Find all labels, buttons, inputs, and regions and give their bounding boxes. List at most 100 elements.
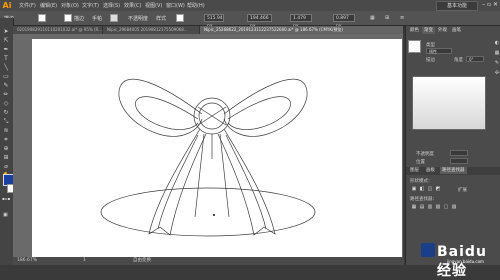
rotate-tool-icon[interactable]: ↻ bbox=[2, 109, 10, 116]
tab-layers[interactable]: 图层 bbox=[408, 167, 421, 174]
free-transform-tool-icon[interactable]: ⌗ bbox=[2, 136, 10, 143]
width-tool-icon[interactable]: ≋ bbox=[2, 127, 10, 134]
gradient-stroke-label: 描边 bbox=[426, 58, 435, 63]
tab-gradient[interactable]: 渐变 bbox=[422, 27, 435, 34]
panel-brushes-icon[interactable]: ✎ bbox=[494, 60, 500, 66]
center-right-strand bbox=[219, 133, 230, 218]
menu-effect[interactable]: 效果(C) bbox=[124, 2, 141, 9]
right-tail-fold bbox=[225, 134, 267, 230]
panel-swatches-icon[interactable]: ▦ bbox=[494, 50, 500, 56]
menu-bar: Ai 文件(F) 编辑(E) 对象(O) 文字(T) 选择(S) 效果(C) 视… bbox=[0, 0, 500, 11]
document-tabs: 020190829110110201032.ai* @ 95% (R... Ni… bbox=[13, 26, 404, 34]
rectangle-tool-icon[interactable]: ▭ bbox=[2, 73, 10, 80]
menu-type[interactable]: 文字(T) bbox=[82, 2, 99, 9]
direct-selection-tool-icon[interactable]: ⇱ bbox=[2, 37, 10, 44]
arrange-icon[interactable]: ≡ bbox=[400, 15, 404, 21]
current-tool-status: 自由变换 bbox=[133, 258, 151, 263]
trim-icon[interactable]: ▤ bbox=[419, 204, 425, 210]
x-field[interactable]: 515.94 px bbox=[204, 14, 224, 29]
brush-label: 手帕 bbox=[92, 16, 103, 22]
tab-artboards[interactable]: 画板 bbox=[424, 167, 437, 174]
workspace-switcher[interactable]: 基本功能 bbox=[436, 1, 478, 11]
center-left-strand bbox=[194, 133, 205, 218]
shape-builder-tool-icon[interactable]: ⊕ bbox=[2, 145, 10, 152]
color-mode-icons[interactable]: ▪▫▪ bbox=[2, 196, 12, 201]
left-loop-outer bbox=[118, 78, 203, 137]
unite-icon[interactable]: ▣ bbox=[411, 186, 417, 192]
tab-appearance[interactable]: 外观 bbox=[436, 27, 449, 34]
right-loop-inner bbox=[227, 96, 291, 130]
gradient-location-label: 位置 bbox=[416, 160, 425, 165]
tab-document-1[interactable]: 020190829110110201032.ai* @ 95% (R... bbox=[13, 26, 103, 34]
eyedropper-tool-icon[interactable]: ⌀ bbox=[2, 163, 10, 170]
merge-icon[interactable]: ▥ bbox=[427, 204, 433, 210]
type-tool-icon[interactable]: T bbox=[2, 55, 10, 62]
control-bar: 描边 描边 手帕 不透明度 样式 515.94 px 194.466 px 1.… bbox=[0, 11, 500, 29]
transform-icon[interactable]: ▦ bbox=[370, 15, 375, 21]
zoom-level[interactable]: 186.67% bbox=[17, 257, 37, 265]
base-ellipse bbox=[100, 187, 316, 237]
y-field[interactable]: 194.466 px bbox=[247, 14, 272, 29]
align-icon[interactable]: ⊞ bbox=[385, 15, 389, 21]
gradient-location-field[interactable] bbox=[450, 158, 468, 164]
tab-document-2[interactable]: Nipic_29684005 20190812175509068... bbox=[103, 26, 200, 34]
fill-color-swatch[interactable] bbox=[38, 14, 46, 22]
window-controls[interactable]: – ▫ ✕ bbox=[482, 1, 498, 8]
right-tail-outer bbox=[217, 128, 276, 236]
expand-button[interactable]: 扩展 bbox=[458, 187, 467, 193]
opacity-label: 不透明度 bbox=[128, 16, 149, 22]
gradient-thumbnail[interactable] bbox=[408, 40, 421, 53]
intersect-icon[interactable]: ◫ bbox=[427, 186, 433, 192]
app-logo: Ai bbox=[2, 1, 12, 10]
stroke-color-swatch[interactable] bbox=[64, 14, 72, 22]
gradient-opacity-label: 不透明度 bbox=[416, 152, 434, 157]
mesh-tool-icon[interactable]: ⊞ bbox=[2, 154, 10, 161]
panel-symbols-icon[interactable]: ✣ bbox=[494, 70, 500, 76]
screen-mode-icon[interactable]: ▣ bbox=[3, 212, 11, 218]
brush-tool-icon[interactable]: ✎ bbox=[2, 82, 10, 89]
exclude-icon[interactable]: ◩ bbox=[435, 186, 441, 192]
eraser-tool-icon[interactable]: ◇ bbox=[2, 100, 10, 107]
artboard-number[interactable]: 1 bbox=[83, 257, 86, 265]
tab-pathfinder[interactable]: 路径查找器 bbox=[440, 167, 467, 174]
brush-swatch[interactable] bbox=[110, 14, 118, 22]
panel-color-icon[interactable]: ◐ bbox=[494, 40, 500, 46]
left-tail-outer bbox=[148, 128, 207, 236]
pencil-tool-icon[interactable]: ✏ bbox=[2, 91, 10, 98]
pen-tool-icon[interactable]: ✒ bbox=[2, 46, 10, 53]
scale-tool-icon[interactable]: ⤡ bbox=[2, 118, 10, 125]
style-swatch[interactable] bbox=[176, 14, 184, 22]
menu-file[interactable]: 文件(F) bbox=[19, 2, 36, 9]
status-bar: 186.67% 1 自由变换 bbox=[13, 257, 404, 265]
gradient-type-select[interactable]: 线性 bbox=[426, 48, 452, 54]
tools-panel: ➤ ⇱ ✒ T ╲ ▭ ✎ ✏ ◇ ↻ ⤡ ≋ ⌗ ⊕ ⊞ ⌀ ✋ ⌕ bbox=[0, 18, 14, 265]
minus-front-icon[interactable]: ◧ bbox=[419, 186, 425, 192]
divide-icon[interactable]: ▦ bbox=[411, 204, 417, 210]
crop-icon[interactable]: ▧ bbox=[435, 204, 441, 210]
artboard[interactable] bbox=[32, 39, 402, 259]
menu-edit[interactable]: 编辑(E) bbox=[40, 2, 57, 9]
menu-object[interactable]: 对象(O) bbox=[61, 2, 79, 9]
line-tool-icon[interactable]: ╲ bbox=[2, 64, 10, 71]
gradient-opacity-field[interactable] bbox=[450, 150, 468, 156]
menu-help[interactable]: 帮助(H) bbox=[187, 2, 205, 9]
minus-back-icon[interactable]: ▨ bbox=[451, 204, 457, 210]
stroke-label: 描边 bbox=[74, 16, 85, 22]
menu-view[interactable]: 视图(V) bbox=[145, 2, 162, 9]
tab-document-active[interactable]: Nipic_25268622_2019123112237522000.ai* @… bbox=[200, 26, 404, 34]
right-panels: 颜色 渐变 外观 画笔 类型 线性 描边 角度 0° 不透明度 位置 图层 画板… bbox=[405, 26, 500, 265]
selection-tool-icon[interactable]: ➤ bbox=[2, 28, 10, 35]
bow-drawing[interactable] bbox=[32, 39, 402, 259]
menu-window[interactable]: 窗口(W) bbox=[166, 2, 185, 9]
pathfinders-label: 路径查找器： bbox=[410, 197, 437, 202]
width-field[interactable]: 1.479 px bbox=[290, 14, 312, 29]
height-field[interactable]: 0.897 px bbox=[333, 14, 355, 29]
menu-select[interactable]: 选择(S) bbox=[103, 2, 120, 9]
tab-brushes[interactable]: 画笔 bbox=[450, 27, 463, 34]
watermark-url: jingyan.baidu.com bbox=[447, 259, 484, 264]
outline-icon[interactable]: ▢ bbox=[443, 204, 449, 210]
tab-color[interactable]: 颜色 bbox=[408, 27, 421, 34]
shape-modes-label: 形状模式： bbox=[410, 179, 433, 184]
gradient-slider-preview[interactable] bbox=[412, 76, 486, 130]
gradient-angle-field[interactable]: 0° bbox=[466, 56, 484, 62]
